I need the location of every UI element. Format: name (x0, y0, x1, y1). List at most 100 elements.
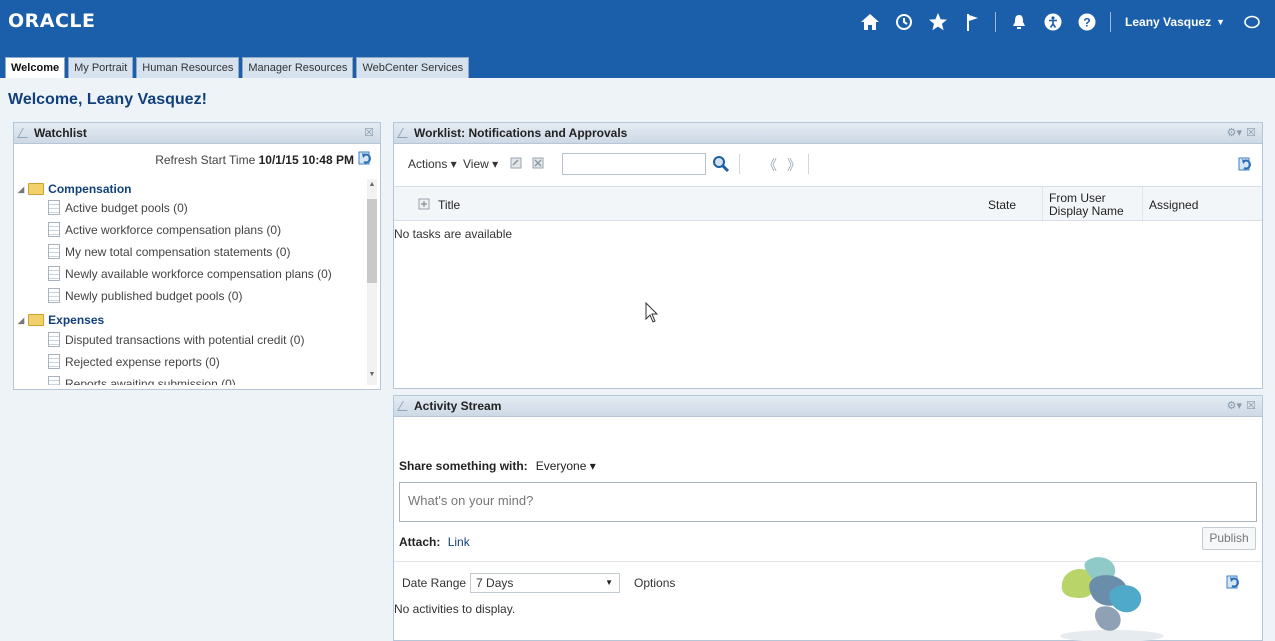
attach-row: Attach: Link (399, 535, 470, 549)
collapse-handle-icon[interactable] (17, 128, 33, 138)
folder-icon (28, 183, 45, 195)
actions-menu[interactable]: Actions ▾ (408, 157, 457, 171)
help-icon[interactable]: ? (1074, 9, 1100, 35)
collapse-handle-icon[interactable] (397, 128, 413, 138)
watchlist-header: Watchlist ☒ (14, 123, 380, 144)
watchlist-item[interactable]: Active budget pools (0) (48, 200, 188, 215)
scroll-up-icon[interactable]: ▲ (367, 181, 377, 188)
watchlist-item-label: Newly available workforce compensation p… (65, 266, 332, 281)
refresh-icon[interactable] (358, 150, 374, 166)
toolbar-divider (739, 154, 740, 174)
gear-icon[interactable]: ⚙▾ (1227, 123, 1242, 143)
close-icon[interactable]: ☒ (1246, 123, 1256, 143)
options-link[interactable]: Options (634, 576, 675, 590)
watchlist-title: Watchlist (34, 126, 87, 140)
watchlist-item[interactable]: My new total compensation statements (0) (48, 244, 290, 259)
watchlist-item-label: Active workforce compensation plans (0) (65, 222, 282, 237)
publish-button[interactable]: Publish (1202, 527, 1256, 550)
tab-human-resources[interactable]: Human Resources (136, 57, 240, 78)
watchlist-item[interactable]: Newly available workforce compensation p… (48, 266, 332, 281)
document-icon (48, 376, 60, 385)
worklist-toolbar: Actions ▾ View ▾ 《 》 (394, 144, 1262, 186)
next-page-icon[interactable]: 》 (787, 155, 801, 175)
scrollbar-thumb[interactable] (367, 199, 377, 283)
activity-stream-panel: Activity Stream ⚙▾ ☒ Share something wit… (393, 395, 1263, 641)
activity-stream-illustration (1060, 557, 1164, 641)
watchlist-item-label: Active budget pools (0) (65, 200, 188, 215)
tab-list: Welcome My Portrait Human Resources Mana… (5, 57, 472, 78)
view-menu[interactable]: View ▾ (463, 157, 498, 171)
worklist-table-header: Title State From User Display Name Assig… (394, 186, 1262, 222)
worklist-header: Worklist: Notifications and Approvals ⚙▾… (394, 123, 1262, 144)
watchlist-scrollbar[interactable]: ▲ ▼ (367, 179, 377, 385)
attach-label: Attach: (399, 535, 441, 549)
close-icon[interactable]: ☒ (1246, 396, 1256, 416)
tab-webcenter-services[interactable]: WebCenter Services (356, 57, 470, 78)
star-icon[interactable] (925, 9, 951, 35)
edit-icon[interactable] (510, 157, 522, 169)
expand-icon[interactable]: ◢ (18, 316, 24, 325)
history-icon[interactable] (891, 9, 917, 35)
activity-stream-title: Activity Stream (414, 399, 502, 413)
top-bar: ORACLE ? Leany Vasquez ▼ (0, 0, 1275, 44)
category-label: Compensation (48, 182, 132, 196)
search-icon[interactable] (712, 155, 730, 173)
notification-icon[interactable] (1006, 9, 1032, 35)
toolbar-divider (808, 154, 809, 174)
attach-link[interactable]: Link (448, 535, 470, 549)
worklist-panel: Worklist: Notifications and Approvals ⚙▾… (393, 122, 1263, 389)
watchlist-item-label: My new total compensation statements (0) (65, 244, 291, 259)
status-input[interactable]: What's on your mind? (399, 482, 1257, 522)
watchlist-panel: Watchlist ☒ Refresh Start Time 10/1/15 1… (13, 122, 381, 390)
refresh-icon[interactable] (1226, 574, 1242, 590)
accessibility-icon[interactable] (1040, 9, 1066, 35)
select-all-icon[interactable] (418, 198, 430, 210)
watchlist-item-label: Newly published budget pools (0) (65, 288, 243, 303)
document-icon (48, 266, 60, 281)
watchlist-item[interactable]: Rejected expense reports (0) (48, 354, 220, 369)
toolbar-divider (995, 12, 997, 32)
gear-icon[interactable]: ⚙▾ (1227, 396, 1242, 416)
collapse-handle-icon[interactable] (397, 401, 413, 411)
tab-strip: Welcome My Portrait Human Resources Mana… (0, 44, 1275, 78)
folder-icon (28, 314, 45, 326)
share-label: Share something with: (399, 459, 528, 473)
watchlist-item[interactable]: Active workforce compensation plans (0) (48, 222, 281, 237)
user-menu[interactable]: Leany Vasquez ▼ (1125, 15, 1225, 29)
column-state[interactable]: State (982, 187, 1042, 222)
tab-welcome[interactable]: Welcome (5, 57, 66, 78)
category-expenses[interactable]: ◢ Expenses (18, 313, 104, 327)
tab-my-portrait[interactable]: My Portrait (68, 57, 134, 78)
flag-icon[interactable] (959, 9, 985, 35)
watchlist-item[interactable]: Newly published budget pools (0) (48, 288, 242, 303)
main-content: Welcome, Leany Vasquez! Watchlist ☒ Refr… (0, 78, 1275, 641)
share-audience-dropdown[interactable]: Everyone ▾ (536, 459, 596, 473)
column-assigned[interactable]: Assigned (1142, 187, 1262, 222)
watchlist-item[interactable]: Reports awaiting submission (0) (48, 376, 236, 385)
previous-page-icon[interactable]: 《 (763, 155, 777, 175)
refresh-label: Refresh Start Time (155, 153, 256, 167)
expand-icon[interactable]: ◢ (18, 185, 24, 194)
tab-manager-resources[interactable]: Manager Resources (242, 57, 354, 78)
watchlist-item-label: Disputed transactions with potential cre… (65, 332, 305, 347)
category-compensation[interactable]: ◢ Compensation (18, 182, 132, 196)
delete-icon[interactable] (532, 157, 544, 169)
document-icon (48, 222, 60, 237)
page-title: Welcome, Leany Vasquez! (8, 91, 207, 108)
column-title[interactable]: Title (432, 187, 982, 222)
worklist-search-input[interactable] (562, 153, 706, 175)
date-range-label: Date Range (402, 576, 467, 590)
svg-text:?: ? (1083, 16, 1090, 30)
home-icon[interactable] (857, 9, 883, 35)
refresh-icon[interactable] (1238, 156, 1254, 172)
scroll-down-icon[interactable]: ▼ (367, 371, 377, 378)
close-icon[interactable]: ☒ (364, 123, 374, 143)
watchlist-item[interactable]: Disputed transactions with potential cre… (48, 332, 304, 347)
column-from-user[interactable]: From User Display Name (1042, 187, 1142, 222)
global-toolbar: ? Leany Vasquez ▼ (849, 0, 1265, 44)
mouse-cursor-icon (645, 302, 659, 323)
date-range-select[interactable]: 7 Days ▼ (470, 573, 621, 593)
document-icon (48, 332, 60, 347)
signout-icon[interactable] (1239, 9, 1265, 35)
oracle-logo[interactable]: ORACLE (8, 10, 96, 32)
